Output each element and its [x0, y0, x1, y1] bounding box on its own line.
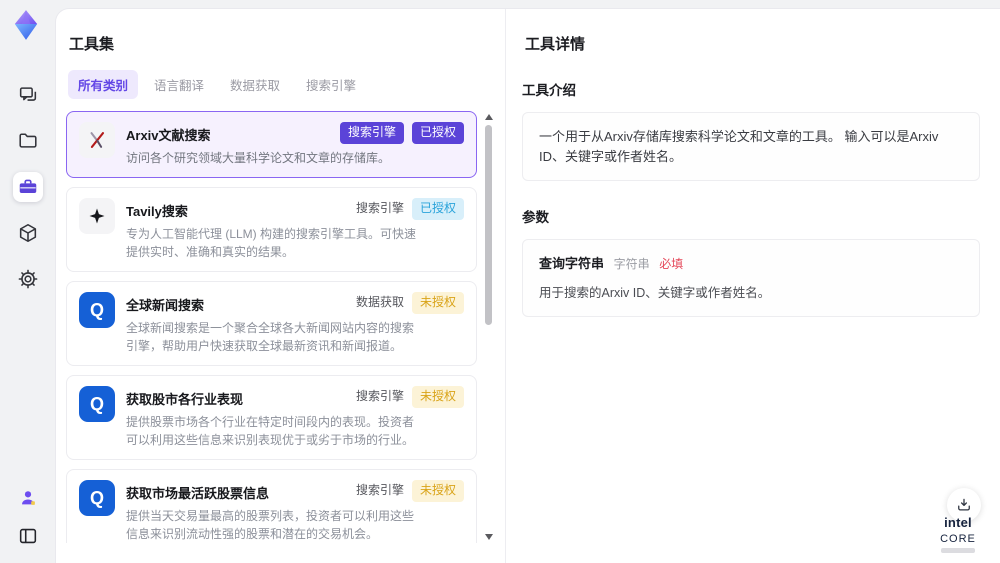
sidebar-collapse[interactable] — [13, 521, 43, 551]
q-app-icon: Q — [79, 292, 115, 328]
tool-description: 访问各个研究领域大量科学论文和文章的存储库。 — [126, 151, 391, 165]
scroll-down-arrow-icon[interactable] — [485, 534, 493, 540]
category-tag: 搜索引擎 — [355, 483, 404, 497]
panel-toggle-icon — [17, 525, 39, 547]
scroll-up-arrow-icon[interactable] — [485, 114, 493, 120]
tool-description: 全球新闻搜索是一个聚合全球各大新闻网站内容的搜索引擎，帮助用户快速获取全球最新资… — [126, 321, 415, 353]
sidebar-item-files[interactable] — [13, 126, 43, 156]
tool-name: Arxiv文献搜索 — [126, 128, 211, 143]
arxiv-logo-icon — [79, 122, 115, 158]
auth-badge: 未授权 — [411, 480, 464, 502]
app-sidebar — [0, 0, 55, 563]
chat-icon — [17, 84, 39, 106]
intel-wordmark: intel — [944, 515, 972, 530]
auth-badge: 已授权 — [411, 198, 464, 220]
tool-intro-box: 一个用于从Arxiv存储库搜索科学论文和文章的工具。 输入可以是Arxiv ID… — [522, 112, 980, 181]
category-tab[interactable]: 所有类别 — [68, 70, 139, 99]
tavily-star-icon — [79, 198, 115, 234]
category-tag: 搜索引擎 — [355, 201, 404, 215]
tool-description: 提供股票市场各个行业在特定时间段内的表现。投资者可以利用这些信息来识别表现优于或… — [126, 415, 415, 447]
sidebar-item-chat[interactable] — [13, 80, 43, 110]
category-tag: 数据获取 — [355, 295, 404, 309]
param-type: 字符串 — [613, 257, 650, 271]
tool-card[interactable]: Q 获取市场最活跃股票信息 搜索引擎 未授权 提供当天交易量最高的股票列表，投资… — [66, 469, 477, 543]
tool-card[interactable]: Tavily搜索 搜索引擎 已授权 专为人工智能代理 (LLM) 构建的搜索引擎… — [66, 187, 477, 272]
tool-card[interactable]: Q 全球新闻搜索 数据获取 未授权 全球新闻搜索是一个聚合全球各大新闻网站内容的… — [66, 281, 477, 366]
auth-badge: 未授权 — [411, 386, 464, 408]
page-title: 工具集 — [69, 36, 115, 53]
download-icon — [955, 496, 973, 514]
intel-core-logo: intel CORE — [929, 515, 987, 553]
tool-card[interactable]: Arxiv文献搜索 搜索引擎 已授权 访问各个研究领域大量科学论文和文章的存储库… — [66, 111, 477, 178]
folder-icon — [17, 130, 39, 152]
params-section-title: 参数 — [522, 210, 549, 225]
category-tab[interactable]: 语言翻译 — [144, 70, 214, 99]
list-scrollbar[interactable] — [483, 111, 494, 543]
category-tabs: 所有类别 语言翻译 数据获取 搜索引擎 — [68, 70, 495, 99]
param-name: 查询字符串 — [539, 256, 605, 271]
category-tag: 搜索引擎 — [355, 389, 404, 403]
tool-list-panel: 工具集 所有类别 语言翻译 数据获取 搜索引擎 Arxiv文献搜索 搜索引擎 已授权 … — [56, 9, 506, 563]
param-box: 查询字符串 字符串 必填 用于搜索的Arxiv ID、关键字或作者姓名。 — [522, 239, 980, 318]
category-tab[interactable]: 数据获取 — [220, 70, 290, 99]
intro-section-title: 工具介绍 — [522, 83, 576, 98]
main-panel: 工具集 所有类别 语言翻译 数据获取 搜索引擎 Arxiv文献搜索 搜索引擎 已授权 … — [55, 8, 1000, 563]
tool-list: Arxiv文献搜索 搜索引擎 已授权 访问各个研究领域大量科学论文和文章的存储库… — [66, 111, 495, 543]
settings-icon — [17, 268, 39, 290]
core-wordmark: CORE — [940, 533, 976, 545]
tool-name: 获取股市各行业表现 — [126, 392, 244, 407]
package-icon — [17, 222, 39, 244]
tool-details-panel: 工具详情 工具介绍 一个用于从Arxiv存储库搜索科学论文和文章的工具。 输入可… — [506, 9, 1000, 563]
param-description: 用于搜索的Arxiv ID、关键字或作者姓名。 — [539, 285, 771, 300]
q-app-icon: Q — [79, 480, 115, 516]
category-tag: 搜索引擎 — [339, 122, 404, 144]
scrollbar-thumb[interactable] — [485, 125, 492, 325]
intel-logo-subtext — [941, 548, 975, 553]
sidebar-item-tools[interactable] — [12, 172, 43, 202]
tool-description: 专为人工智能代理 (LLM) 构建的搜索引擎工具。可快速提供实时、准确和真实的结… — [126, 227, 417, 259]
sidebar-item-profile[interactable] — [13, 483, 43, 513]
details-title: 工具详情 — [525, 36, 586, 53]
toolbox-icon — [17, 176, 39, 198]
param-header: 查询字符串 字符串 必填 — [539, 254, 963, 274]
tool-name: 全球新闻搜索 — [126, 298, 205, 313]
q-app-icon: Q — [79, 386, 115, 422]
category-tab[interactable]: 搜索引擎 — [296, 70, 366, 99]
user-avatar-icon — [17, 487, 39, 509]
param-required-badge: 必填 — [659, 257, 684, 271]
tool-name: 获取市场最活跃股票信息 — [126, 486, 270, 501]
tool-name: Tavily搜索 — [126, 204, 188, 219]
sidebar-item-settings[interactable] — [13, 264, 43, 294]
app-gem-logo — [9, 8, 43, 42]
tool-card[interactable]: Q 获取股市各行业表现 搜索引擎 未授权 提供股票市场各个行业在特定时间段内的表… — [66, 375, 477, 460]
tool-description: 提供当天交易量最高的股票列表，投资者可以利用这些信息来识别流动性强的股票和潜在的… — [126, 509, 415, 541]
auth-badge: 已授权 — [411, 122, 464, 144]
auth-badge: 未授权 — [411, 292, 464, 314]
sidebar-item-packages[interactable] — [13, 218, 43, 248]
